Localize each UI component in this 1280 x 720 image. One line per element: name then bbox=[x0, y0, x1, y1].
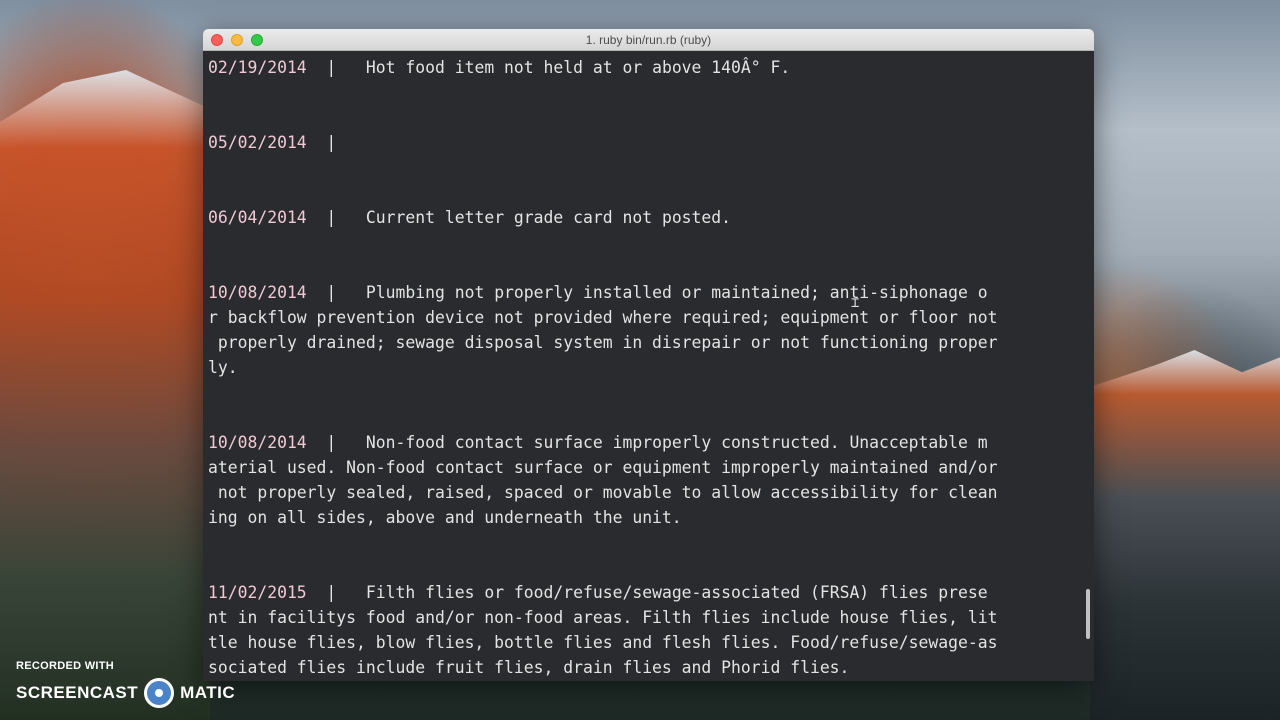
violation-text: Plumbing not properly installed or maint… bbox=[365, 283, 988, 302]
terminal-scrollbar[interactable] bbox=[1086, 589, 1090, 639]
inspection-date: 06/04/2014 bbox=[208, 208, 307, 227]
terminal-line: aterial used. Non-food contact surface o… bbox=[208, 455, 1094, 480]
terminal-line: 02/19/2014 | Hot food item not held at o… bbox=[208, 55, 1094, 80]
terminal-line: ly. bbox=[208, 355, 1094, 380]
column-separator: | bbox=[306, 583, 366, 602]
inspection-date: 05/02/2014 bbox=[208, 133, 307, 152]
violation-text: ing on all sides, above and underneath t… bbox=[208, 508, 682, 527]
watermark-matic: MATIC bbox=[180, 683, 236, 702]
violation-text: Filth flies or food/refuse/sewage-associ… bbox=[365, 583, 988, 602]
inspection-date: 02/19/2014 bbox=[208, 58, 307, 77]
violation-text: sociated flies include fruit flies, drai… bbox=[208, 658, 850, 677]
violation-text: Hot food item not held at or above 140Â°… bbox=[365, 58, 791, 77]
violation-text: Current letter grade card not posted. bbox=[365, 208, 732, 227]
window-titlebar[interactable]: 1. ruby bin/run.rb (ruby) bbox=[203, 29, 1094, 51]
inspection-date: 10/08/2014 bbox=[208, 283, 307, 302]
watermark-screencast: SCREENCAST bbox=[16, 683, 139, 702]
violation-text: nt in facilitys food and/or non-food are… bbox=[208, 608, 998, 627]
terminal-line: tle house flies, blow flies, bottle flie… bbox=[208, 630, 1094, 655]
terminal-line: 10/08/2014 | Non-food contact surface im… bbox=[208, 430, 1094, 455]
column-separator: | bbox=[306, 283, 366, 302]
column-separator: | bbox=[306, 58, 366, 77]
terminal-line: sociated flies include fruit flies, drai… bbox=[208, 655, 1094, 680]
violation-text: aterial used. Non-food contact surface o… bbox=[208, 458, 998, 477]
terminal-line: properly drained; sewage disposal system… bbox=[208, 330, 1094, 355]
terminal-output[interactable]: 02/19/2014 | Hot food item not held at o… bbox=[203, 51, 1094, 681]
terminal-line: 05/02/2014 | bbox=[208, 130, 1094, 155]
terminal-line: 06/04/2014 | Current letter grade card n… bbox=[208, 205, 1094, 230]
terminal-line: r backflow prevention device not provide… bbox=[208, 305, 1094, 330]
inspection-date: 10/08/2014 bbox=[208, 433, 307, 452]
violation-text: tle house flies, blow flies, bottle flie… bbox=[208, 633, 998, 652]
column-separator: | bbox=[306, 133, 366, 152]
column-separator: | bbox=[306, 208, 366, 227]
violation-text: ly. bbox=[208, 358, 238, 377]
violation-text: Non-food contact surface improperly cons… bbox=[365, 433, 988, 452]
screencast-logo-icon bbox=[144, 678, 175, 708]
ibeam-cursor-icon: ⌶ bbox=[851, 295, 859, 311]
watermark-recorded-with: RECORDED WITH bbox=[16, 660, 115, 672]
column-separator: | bbox=[306, 433, 366, 452]
terminal-window: 1. ruby bin/run.rb (ruby) 02/19/2014 | H… bbox=[203, 29, 1094, 681]
terminal-line: ing on all sides, above and underneath t… bbox=[208, 505, 1094, 530]
violation-text: properly drained; sewage disposal system… bbox=[208, 333, 998, 352]
inspection-date: 11/02/2015 bbox=[208, 583, 307, 602]
violation-text: not properly sealed, raised, spaced or m… bbox=[208, 483, 998, 502]
window-title: 1. ruby bin/run.rb (ruby) bbox=[585, 33, 712, 47]
wallpaper-mountain-right bbox=[1090, 350, 1280, 720]
screencast-watermark: RECORDED WITH SCREENCAST MATIC bbox=[16, 660, 235, 708]
wallpaper-mountain-left bbox=[0, 70, 210, 720]
terminal-line: nt in facilitys food and/or non-food are… bbox=[208, 605, 1094, 630]
violation-text: r backflow prevention device not provide… bbox=[208, 308, 998, 327]
terminal-line: not properly sealed, raised, spaced or m… bbox=[208, 480, 1094, 505]
terminal-line: 10/08/2014 | Plumbing not properly insta… bbox=[208, 280, 1094, 305]
terminal-line: 11/02/2015 | Filth flies or food/refuse/… bbox=[208, 580, 1094, 605]
